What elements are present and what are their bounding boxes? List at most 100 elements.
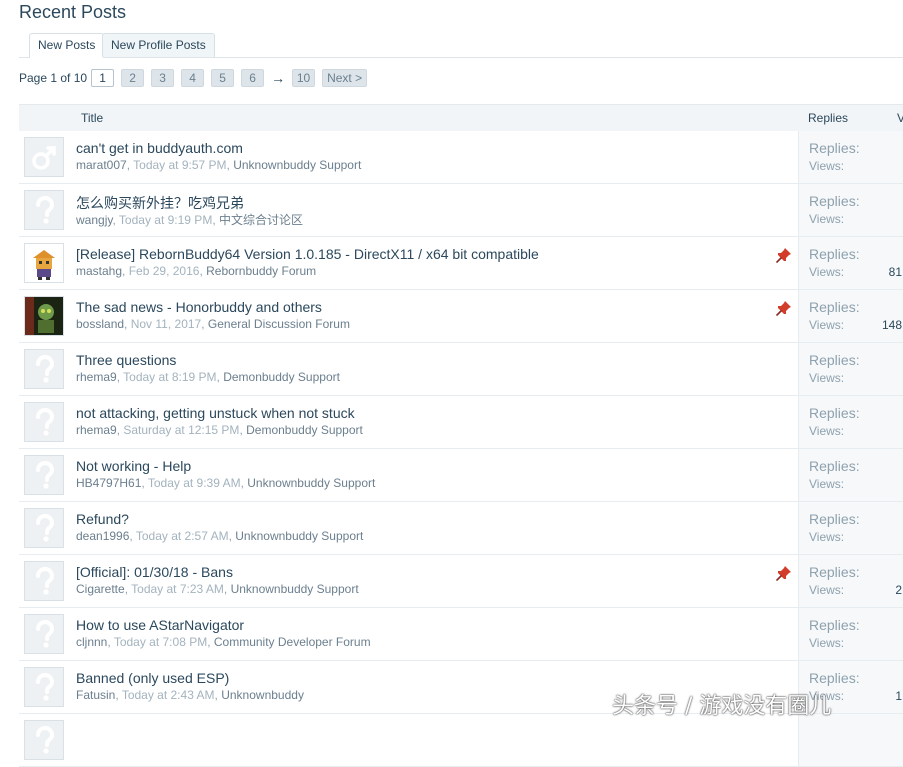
views-label: Views: bbox=[809, 583, 845, 597]
views-label: Views: bbox=[809, 530, 845, 544]
thread-meta: wangjy, Today at 9:19 PM, 中文综合讨论区 bbox=[76, 211, 303, 228]
thread-date[interactable]: Today at 7:08 PM bbox=[114, 635, 207, 649]
page-link-5[interactable]: 5 bbox=[211, 69, 235, 87]
thread-author-link[interactable]: cljnnn bbox=[76, 635, 107, 649]
thread-stats: Replies: Views: 81 bbox=[798, 237, 903, 289]
column-replies[interactable]: Replies bbox=[808, 111, 848, 125]
page-link-6[interactable]: 6 bbox=[241, 69, 265, 87]
default-avatar-icon[interactable] bbox=[24, 667, 64, 707]
thread-date[interactable]: Today at 2:57 AM bbox=[136, 529, 229, 543]
thread-title-link[interactable]: Refund? bbox=[76, 511, 129, 527]
thread-title-link[interactable]: [Official]: 01/30/18 - Bans bbox=[76, 564, 233, 580]
thread-author-link[interactable]: HB4797H61 bbox=[76, 476, 141, 490]
replies-label: Replies: bbox=[809, 617, 860, 633]
tab-new-posts[interactable]: New Posts bbox=[29, 33, 105, 58]
thread-row[interactable]: 怎么购买新外挂？吃鸡兄弟 wangjy, Today at 9:19 PM, 中文… bbox=[19, 184, 903, 237]
robot-avatar-icon[interactable] bbox=[24, 243, 64, 283]
replies-label: Replies: bbox=[809, 299, 860, 315]
default-avatar-icon[interactable] bbox=[24, 561, 64, 601]
thread-row[interactable]: The sad news - Honorbuddy and others boss… bbox=[19, 290, 903, 343]
thread-title-link[interactable]: How to use AStarNavigator bbox=[76, 617, 244, 633]
thread-forum-link[interactable]: Community Developer Forum bbox=[214, 635, 371, 649]
thread-author-link[interactable]: rhema9 bbox=[76, 423, 117, 437]
thread-row[interactable]: [Official]: 01/30/18 - Bans Cigarette, To… bbox=[19, 555, 903, 608]
thread-forum-link[interactable]: Demonbuddy Support bbox=[223, 370, 340, 384]
thread-date[interactable]: Today at 2:43 AM bbox=[122, 688, 215, 702]
thread-title-link[interactable]: Not working - Help bbox=[76, 458, 191, 474]
thread-forum-link[interactable]: Rebornbuddy Forum bbox=[206, 264, 316, 278]
replies-label: Replies: bbox=[809, 511, 860, 527]
thread-forum-link[interactable]: 中文综合讨论区 bbox=[219, 213, 303, 227]
thread-date[interactable]: Today at 9:39 AM bbox=[148, 476, 241, 490]
thread-title-link[interactable]: not attacking, getting unstuck when not … bbox=[76, 405, 355, 421]
thread-title-link[interactable]: can't get in buddyauth.com bbox=[76, 140, 243, 156]
male-icon[interactable] bbox=[24, 137, 64, 177]
default-avatar-icon[interactable] bbox=[24, 614, 64, 654]
thread-forum-link[interactable]: Unknownbuddy Support bbox=[235, 529, 363, 543]
thread-title-link[interactable]: The sad news - Honorbuddy and others bbox=[76, 299, 322, 315]
thread-author-link[interactable]: wangjy bbox=[76, 213, 112, 227]
thread-forum-link[interactable]: Unknownbuddy bbox=[221, 688, 304, 702]
thread-forum-link[interactable]: Unknownbuddy Support bbox=[231, 582, 359, 596]
thread-row[interactable]: can't get in buddyauth.com marat007, Toda… bbox=[19, 131, 903, 184]
thread-stats: Replies: Views: bbox=[798, 343, 903, 395]
thread-row[interactable]: How to use AStarNavigator cljnnn, Today a… bbox=[19, 608, 903, 661]
thread-forum-link[interactable]: General Discussion Forum bbox=[208, 317, 350, 331]
thread-date[interactable]: Saturday at 12:15 PM bbox=[123, 423, 239, 437]
thread-row[interactable]: Refund? dean1996, Today at 2:57 AM, Unkno… bbox=[19, 502, 903, 555]
views-label: Views: bbox=[809, 477, 845, 491]
thread-meta: rhema9, Today at 8:19 PM, Demonbuddy Sup… bbox=[76, 370, 340, 384]
column-title[interactable]: Title bbox=[81, 111, 103, 125]
thread-author-link[interactable]: rhema9 bbox=[76, 370, 117, 384]
zombie-avatar-icon[interactable] bbox=[24, 296, 64, 336]
sticky-pin-icon bbox=[776, 565, 792, 581]
thread-author-link[interactable]: mastahg bbox=[76, 264, 122, 278]
thread-forum-link[interactable]: Unknownbuddy Support bbox=[233, 158, 361, 172]
thread-date[interactable]: Feb 29, 2016 bbox=[129, 264, 200, 278]
page-link-last[interactable]: 10 bbox=[292, 69, 316, 87]
default-avatar-icon[interactable] bbox=[24, 190, 64, 230]
thread-title-link[interactable]: [Release] RebornBuddy64 Version 1.0.185 … bbox=[76, 246, 539, 262]
thread-row[interactable]: Not working - Help HB4797H61, Today at 9:… bbox=[19, 449, 903, 502]
thread-forum-link[interactable]: Demonbuddy Support bbox=[246, 423, 363, 437]
page-link-3[interactable]: 3 bbox=[151, 69, 175, 87]
tab-new-profile-posts[interactable]: New Profile Posts bbox=[102, 33, 215, 57]
replies-label: Replies: bbox=[809, 352, 860, 368]
thread-row[interactable]: [Release] RebornBuddy64 Version 1.0.185 … bbox=[19, 237, 903, 290]
thread-forum-link[interactable]: Unknownbuddy Support bbox=[247, 476, 375, 490]
thread-stats: Replies: Views: bbox=[798, 608, 903, 660]
thread-date[interactable]: Nov 11, 2017 bbox=[131, 317, 202, 331]
thread-author-link[interactable]: dean1996 bbox=[76, 529, 129, 543]
thread-author-link[interactable]: marat007 bbox=[76, 158, 127, 172]
thread-author-link[interactable]: Cigarette bbox=[76, 582, 125, 596]
thread-date[interactable]: Today at 7:23 AM bbox=[131, 582, 224, 596]
thread-meta: Fatusin, Today at 2:43 AM, Unknownbuddy bbox=[76, 688, 304, 702]
thread-author-link[interactable]: bossland bbox=[76, 317, 124, 331]
thread-row[interactable]: Three questions rhema9, Today at 8:19 PM,… bbox=[19, 343, 903, 396]
thread-title-link[interactable]: 怎么购买新外挂？吃鸡兄弟 bbox=[76, 193, 244, 213]
page-link-1[interactable]: 1 bbox=[91, 69, 115, 87]
thread-date[interactable]: Today at 9:57 PM bbox=[133, 158, 226, 172]
default-avatar-icon[interactable] bbox=[24, 349, 64, 389]
replies-label: Replies: bbox=[809, 246, 860, 262]
next-page-button[interactable]: Next > bbox=[322, 69, 368, 87]
views-label: Views: bbox=[809, 424, 845, 438]
thread-date[interactable]: Today at 8:19 PM bbox=[123, 370, 216, 384]
default-avatar-icon[interactable] bbox=[24, 508, 64, 548]
thread-title-link[interactable]: Three questions bbox=[76, 352, 176, 368]
default-avatar-icon[interactable] bbox=[24, 455, 64, 495]
thread-title-link[interactable]: Banned (only used ESP) bbox=[76, 670, 229, 686]
tab-bar: New Posts New Profile Posts bbox=[19, 33, 903, 58]
default-avatar-icon[interactable] bbox=[24, 402, 64, 442]
thread-author-link[interactable]: Fatusin bbox=[76, 688, 115, 702]
thread-row[interactable] bbox=[19, 714, 903, 767]
column-views[interactable]: V bbox=[897, 111, 903, 125]
page-link-2[interactable]: 2 bbox=[121, 69, 145, 87]
meta-separator: , bbox=[212, 213, 219, 227]
views-count: 81 bbox=[888, 265, 902, 279]
thread-row[interactable]: not attacking, getting unstuck when not … bbox=[19, 396, 903, 449]
page-link-4[interactable]: 4 bbox=[181, 69, 205, 87]
thread-date[interactable]: Today at 9:19 PM bbox=[119, 213, 212, 227]
default-avatar-icon[interactable] bbox=[24, 720, 64, 760]
page-gap-arrow-icon[interactable]: → bbox=[271, 70, 285, 86]
